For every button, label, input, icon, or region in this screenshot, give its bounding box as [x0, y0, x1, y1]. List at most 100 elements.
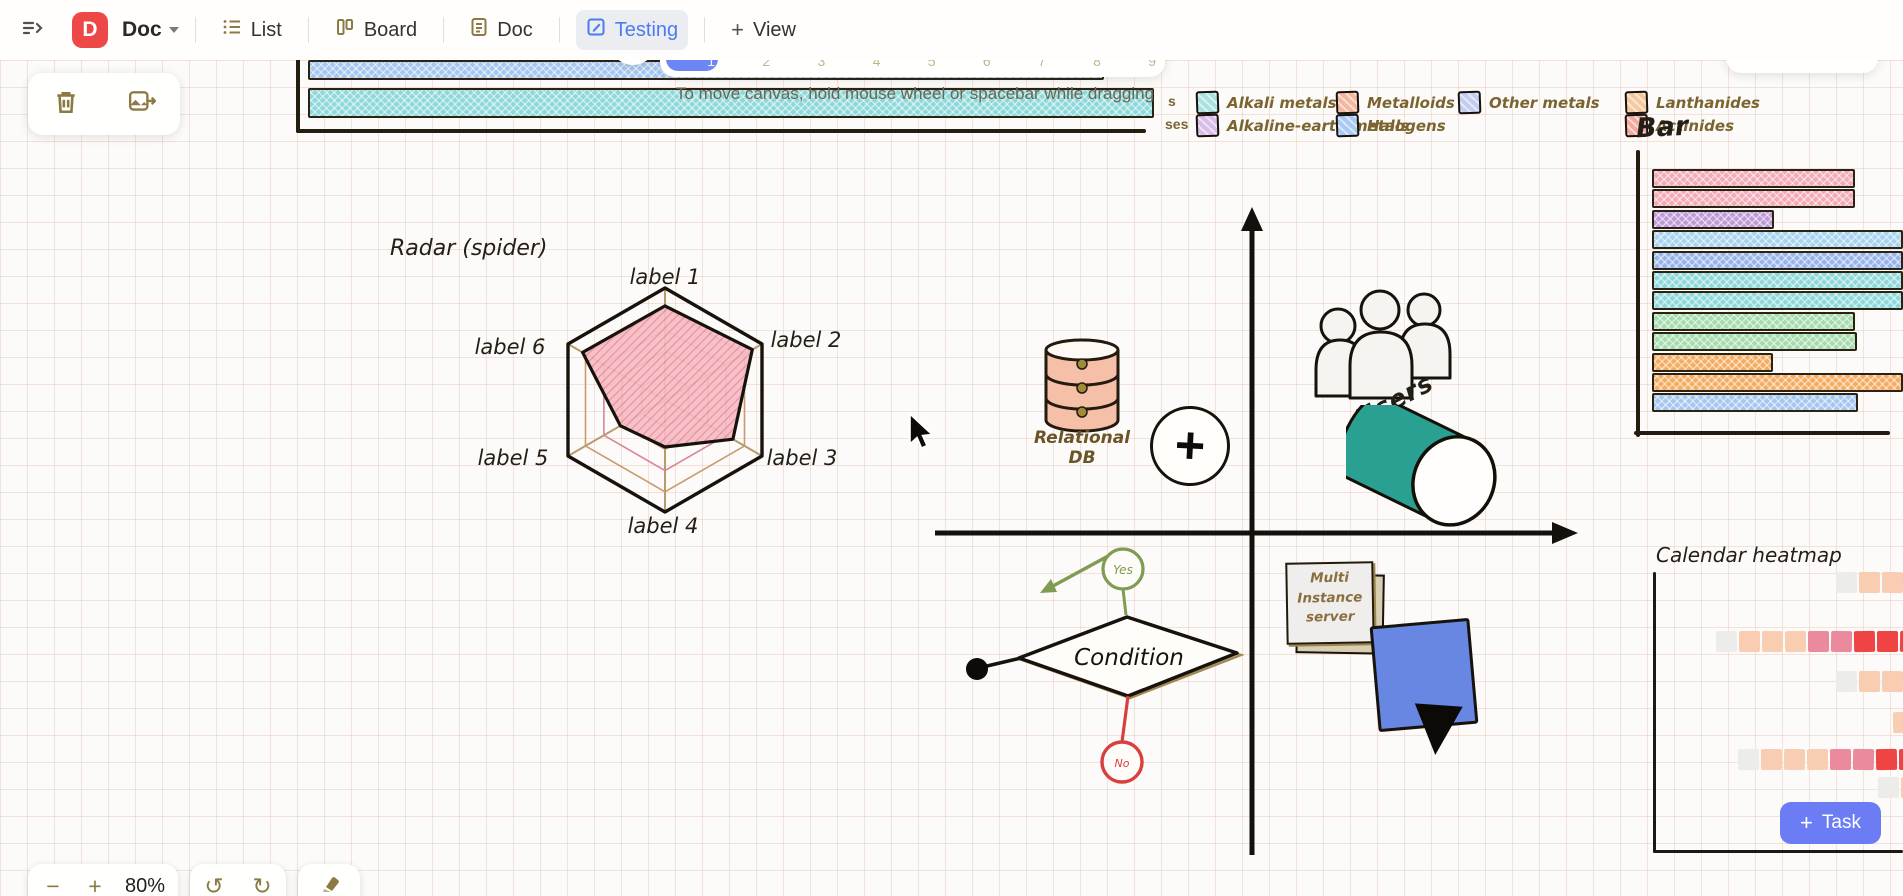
heatmap-cell	[1836, 671, 1857, 692]
workspace-name: Doc	[122, 18, 162, 42]
heatmap-cell	[1882, 671, 1903, 692]
sidebar-expand-button[interactable]	[20, 16, 44, 45]
radar-chart-drawing[interactable]: label 1 label 2 label 3 label 4 label 5 …	[440, 255, 890, 555]
divider	[195, 17, 196, 43]
heatmap-cell	[1878, 777, 1899, 798]
flow-yes-label: Yes	[1113, 563, 1133, 577]
divider	[559, 17, 560, 43]
heatmap-cell	[1893, 712, 1903, 733]
heatmap-cell	[1739, 631, 1760, 652]
radar-label-6: label 6	[475, 335, 546, 359]
black-triangle-drawing[interactable]	[1411, 703, 1462, 756]
eraser-icon	[318, 873, 340, 896]
undo-button[interactable]: ↺	[194, 866, 234, 896]
bar	[1652, 312, 1855, 331]
redo-icon: ↻	[252, 873, 271, 896]
divider	[704, 17, 705, 43]
divider	[308, 17, 309, 43]
bar	[1652, 251, 1903, 270]
legend-item[interactable]: Lanthanides	[1625, 91, 1760, 114]
chevron-down-icon	[169, 27, 179, 33]
condition-flowchart-drawing[interactable]: Yes Condition No	[945, 535, 1280, 800]
bar	[1652, 230, 1903, 249]
heatmap-cell	[1836, 572, 1857, 593]
legend-swatch	[1196, 91, 1220, 115]
list-icon	[222, 17, 242, 43]
legend-swatch	[1196, 114, 1220, 138]
add-view-button[interactable]: + View	[721, 12, 806, 49]
zoom-out-button[interactable]: −	[33, 866, 73, 896]
legend-label: Lanthanides	[1656, 94, 1760, 112]
tab-testing[interactable]: Testing	[576, 10, 688, 50]
legend-item[interactable]: Halogens	[1336, 114, 1446, 137]
partial-chart-x-axis	[296, 129, 1146, 133]
legend-swatch	[1336, 114, 1360, 138]
redo-button[interactable]: ↻	[242, 866, 282, 896]
bar-chart-title[interactable]: Bar	[1635, 111, 1689, 145]
teal-cylinder-drawing[interactable]	[1346, 405, 1516, 545]
bar	[1652, 169, 1855, 188]
tab-doc[interactable]: Doc	[460, 10, 543, 50]
app-header: D Doc List Board	[0, 0, 1903, 60]
tab-label: Testing	[615, 19, 678, 42]
add-view-label: View	[753, 19, 796, 42]
bar	[1652, 353, 1773, 372]
tab-label: Board	[364, 19, 417, 42]
legend-item[interactable]: Alkali metals	[1196, 91, 1337, 114]
divider	[443, 17, 444, 43]
relational-db-drawing[interactable]	[1040, 336, 1126, 436]
add-task-button[interactable]: + Task	[1780, 802, 1881, 844]
heatmap-cell	[1808, 631, 1829, 652]
radar-label-5: label 5	[478, 446, 549, 470]
eraser-button[interactable]	[309, 866, 349, 896]
legend-swatch	[1625, 91, 1649, 115]
whiteboard-edit-icon	[586, 17, 606, 43]
heatmap-x-axis	[1653, 850, 1903, 853]
whiteboard-app: Alkali metals MetalloidsOther metals Lanth…	[0, 0, 1903, 896]
tab-label: List	[251, 19, 282, 42]
heatmap-cell	[1785, 631, 1806, 652]
bar	[1652, 189, 1855, 208]
legend-item[interactable]: Metalloids	[1336, 91, 1455, 114]
heatmap-cell	[1854, 631, 1875, 652]
board-icon	[335, 17, 355, 43]
legend-item[interactable]: Other metals	[1458, 91, 1600, 114]
zoom-in-button[interactable]: +	[75, 866, 115, 896]
bar	[1652, 291, 1903, 310]
heatmap-cell	[1831, 631, 1852, 652]
delete-button[interactable]	[38, 76, 94, 132]
tab-board[interactable]: Board	[325, 10, 427, 50]
export-image-button[interactable]	[114, 76, 170, 132]
legend-swatch	[1458, 91, 1482, 115]
canvas-hint-text: To move canvas, hold mouse wheel or spac…	[655, 84, 1175, 104]
heatmap-cell	[1716, 631, 1737, 652]
radar-label-2: label 2	[771, 328, 842, 352]
heatmap-cell	[1859, 572, 1880, 593]
bar-chart-y-axis	[1636, 150, 1640, 437]
legend-swatch	[1336, 91, 1360, 115]
heatmap-title[interactable]: Calendar heatmap	[1656, 543, 1842, 567]
heatmap-cell	[1899, 749, 1903, 770]
workspace-switcher[interactable]: Doc	[122, 18, 179, 42]
workspace-logo[interactable]: D	[72, 12, 108, 48]
heatmap-cell	[1853, 749, 1874, 770]
heatmap-cell	[1761, 749, 1782, 770]
whiteboard-canvas[interactable]: Alkali metals MetalloidsOther metals Lanth…	[0, 60, 1903, 896]
undo-icon: ↺	[204, 873, 223, 896]
legend-cut-fragment: ses	[1165, 116, 1188, 132]
task-label: Task	[1822, 812, 1861, 834]
partial-chart-y-axis	[296, 56, 300, 133]
flow-no-label: No	[1115, 757, 1130, 770]
bar-chart-x-axis	[1634, 431, 1890, 435]
bar	[1652, 393, 1858, 412]
selection-actions-panel	[28, 73, 180, 135]
tab-list[interactable]: List	[212, 10, 292, 50]
legend-label: Alkali metals	[1227, 94, 1337, 112]
bar	[1652, 210, 1774, 229]
zoom-level[interactable]: 80%	[117, 875, 173, 896]
bar	[1652, 271, 1903, 290]
eraser-panel	[298, 864, 360, 896]
heatmap-y-axis	[1653, 572, 1656, 853]
legend-label: Metalloids	[1367, 94, 1455, 112]
sticky-note-multi-instance[interactable]: Multi Instance server	[1285, 561, 1378, 649]
